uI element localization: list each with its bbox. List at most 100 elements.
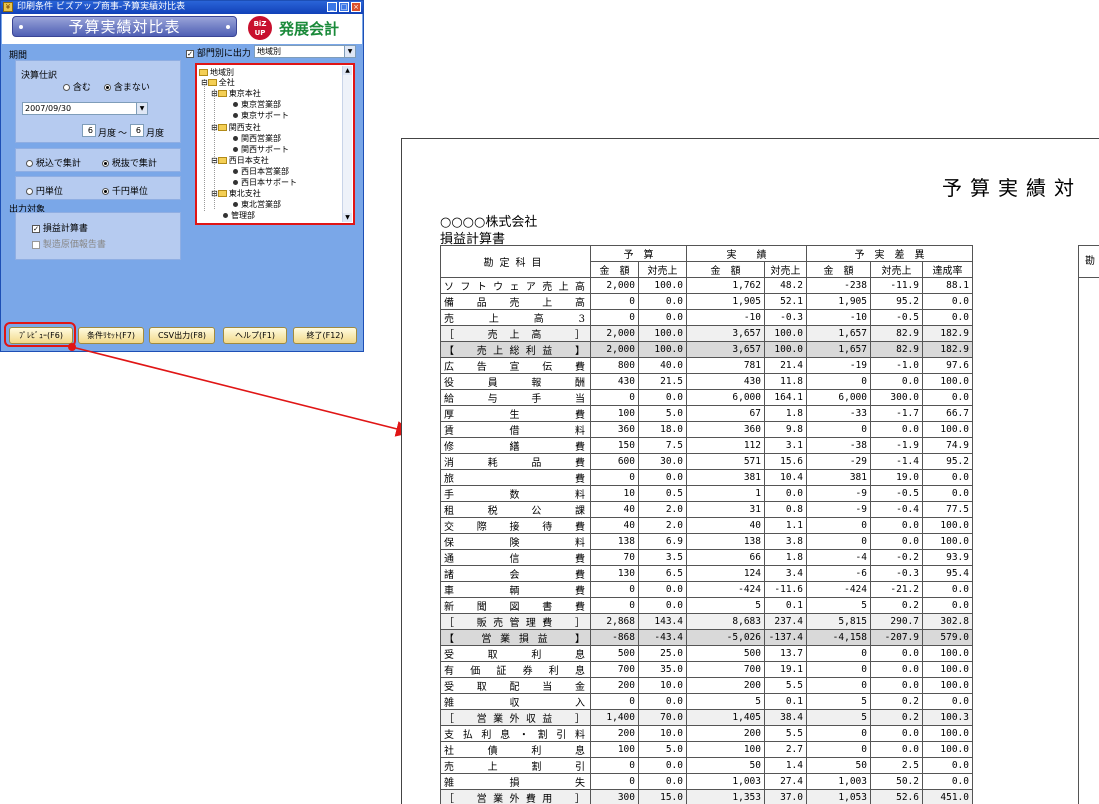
header-budget: 予 算 <box>590 245 687 262</box>
amount-cell: 40 <box>686 517 765 534</box>
amount-cell: 5 <box>686 693 765 710</box>
amount-cell: 138 <box>590 533 639 550</box>
amount-cell: 0.0 <box>870 677 923 694</box>
amount-cell: -0.5 <box>870 485 923 502</box>
amount-cell: 8,683 <box>686 613 765 630</box>
amount-cell: 5.0 <box>638 741 687 758</box>
amount-cell: 0 <box>806 533 871 550</box>
amount-cell: 37.0 <box>764 789 807 804</box>
amount-cell: 0.2 <box>870 709 923 726</box>
amount-cell: 0 <box>590 309 639 326</box>
next-page-header: 勘 <box>1079 246 1099 278</box>
amount-cell: 25.0 <box>638 645 687 662</box>
table-row: 受取利息 500 25.0 500 13.7 0 0.0 100.0 <box>440 645 973 662</box>
amount-cell: 6.9 <box>638 533 687 550</box>
amount-cell: 100.0 <box>922 661 973 678</box>
amount-cell: 7.5 <box>638 437 687 454</box>
amount-cell: 50.2 <box>870 773 923 790</box>
amount-cell: 0.0 <box>638 581 687 598</box>
amount-cell: -5,026 <box>686 629 765 646</box>
account-name: 手数料 <box>440 485 591 502</box>
amount-cell: -11.6 <box>764 581 807 598</box>
amount-cell: 571 <box>686 453 765 470</box>
table-row: 厚生費 100 5.0 67 1.8 -33 -1.7 66.7 <box>440 405 973 422</box>
account-name: 通信費 <box>440 549 591 566</box>
amount-cell: -0.3 <box>764 309 807 326</box>
amount-cell: -43.4 <box>638 629 687 646</box>
amount-cell: 0.0 <box>870 517 923 534</box>
account-name: 役員報酬 <box>440 373 591 390</box>
amount-cell: 2,000 <box>590 277 639 294</box>
amount-cell: 100.0 <box>922 741 973 758</box>
table-row: ソフトウェア売上高 2,000 100.0 1,762 48.2 -238 -11.9 88.… <box>440 277 973 294</box>
amount-cell: 500 <box>686 645 765 662</box>
header-amount: 金 額 <box>806 261 871 278</box>
amount-cell: 0.0 <box>922 581 973 598</box>
amount-cell: 9.8 <box>764 421 807 438</box>
table-row: 旅費 0 0.0 381 10.4 381 19.0 0.0 <box>440 469 973 486</box>
account-name: ［ 売上高 ］ <box>440 325 591 342</box>
amount-cell: 150 <box>590 437 639 454</box>
table-row: 雑収入 0 0.0 5 0.1 5 0.2 0.0 <box>440 693 973 710</box>
amount-cell: 5.5 <box>764 725 807 742</box>
amount-cell: 200 <box>590 725 639 742</box>
amount-cell: 100 <box>686 741 765 758</box>
amount-cell: 0.2 <box>870 693 923 710</box>
amount-cell: 2.7 <box>764 741 807 758</box>
amount-cell: 5 <box>806 597 871 614</box>
table-row: ［ 販売管理費 ］ 2,868 143.4 8,683 237.4 5,815 290.7 3… <box>440 613 973 630</box>
account-name: 給与手当 <box>440 389 591 406</box>
amount-cell: 100.3 <box>922 709 973 726</box>
amount-cell: 10.0 <box>638 725 687 742</box>
amount-cell: 182.9 <box>922 325 973 342</box>
amount-cell: 1 <box>686 485 765 502</box>
amount-cell: 0.0 <box>638 389 687 406</box>
amount-cell: 100.0 <box>922 421 973 438</box>
amount-cell: 500 <box>590 645 639 662</box>
table-row: 賃借料 360 18.0 360 9.8 0 0.0 100.0 <box>440 421 973 438</box>
amount-cell: 0.0 <box>870 741 923 758</box>
header-amount: 金 額 <box>686 261 765 278</box>
table-row: 通信費 70 3.5 66 1.8 -4 -0.2 93.9 <box>440 549 973 566</box>
amount-cell: 100.0 <box>922 517 973 534</box>
table-row: 広告宣伝費 800 40.0 781 21.4 -19 -1.0 97.6 <box>440 357 973 374</box>
amount-cell: -1.7 <box>870 405 923 422</box>
amount-cell: 100.0 <box>922 677 973 694</box>
amount-cell: 67 <box>686 405 765 422</box>
amount-cell: 0.0 <box>922 773 973 790</box>
amount-cell: 82.9 <box>870 341 923 358</box>
account-name: 広告宣伝費 <box>440 357 591 374</box>
amount-cell: -21.2 <box>870 581 923 598</box>
account-name: 修繕費 <box>440 437 591 454</box>
account-name: 消耗品費 <box>440 453 591 470</box>
amount-cell: 0.0 <box>922 293 973 310</box>
amount-cell: 2.0 <box>638 501 687 518</box>
table-row: 保険料 138 6.9 138 3.8 0 0.0 100.0 <box>440 533 973 550</box>
amount-cell: 0.0 <box>638 773 687 790</box>
amount-cell: -424 <box>686 581 765 598</box>
account-name: 有価証券利息 <box>440 661 591 678</box>
account-name: 租税公課 <box>440 501 591 518</box>
amount-cell: 0.0 <box>922 757 973 774</box>
amount-cell: 0.1 <box>764 597 807 614</box>
table-row: 租税公課 40 2.0 31 0.8 -9 -0.4 77.5 <box>440 501 973 518</box>
account-name: ソフトウェア売上高 <box>440 277 591 294</box>
amount-cell: 1.4 <box>764 757 807 774</box>
amount-cell: 66.7 <box>922 405 973 422</box>
amount-cell: 0 <box>806 725 871 742</box>
amount-cell: 97.6 <box>922 357 973 374</box>
amount-cell: 100.0 <box>638 325 687 342</box>
amount-cell: 5,815 <box>806 613 871 630</box>
amount-cell: 112 <box>686 437 765 454</box>
amount-cell: -0.4 <box>870 501 923 518</box>
amount-cell: 21.4 <box>764 357 807 374</box>
amount-cell: 0 <box>590 693 639 710</box>
amount-cell: -137.4 <box>764 629 807 646</box>
amount-cell: 300 <box>590 789 639 804</box>
amount-cell: 0 <box>590 389 639 406</box>
amount-cell: 0 <box>806 373 871 390</box>
amount-cell: 0 <box>806 645 871 662</box>
amount-cell: 1.8 <box>764 549 807 566</box>
amount-cell: 0.0 <box>922 309 973 326</box>
table-row: 雑損失 0 0.0 1,003 27.4 1,003 50.2 0.0 <box>440 773 973 790</box>
